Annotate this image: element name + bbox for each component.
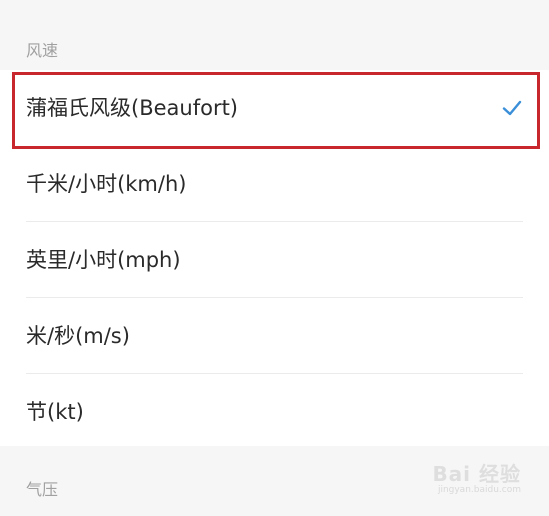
checkmark-icon <box>502 100 522 116</box>
option-kt[interactable]: 节(kt) <box>0 374 549 450</box>
option-label: 节(kt) <box>26 400 84 424</box>
option-label: 英里/小时(mph) <box>26 248 181 272</box>
watermark-logo-text: Bai 经验 <box>432 462 521 486</box>
option-label: 千米/小时(km/h) <box>26 172 187 196</box>
wind-speed-section-title: 风速 <box>26 41 59 60</box>
option-beaufort[interactable]: 蒲福氏风级(Beaufort) <box>0 70 549 146</box>
option-kmh[interactable]: 千米/小时(km/h) <box>0 146 549 222</box>
baidu-watermark: Bai 经验 jingyan.baidu.com <box>432 458 521 495</box>
option-mph[interactable]: 英里/小时(mph) <box>0 222 549 298</box>
watermark-url: jingyan.baidu.com <box>437 485 521 495</box>
wind-speed-section-header: 风速 <box>0 0 549 70</box>
wind-speed-unit-list: 蒲福氏风级(Beaufort) 千米/小时(km/h) 英里/小时(mph) 米… <box>0 70 549 446</box>
pressure-section-title: 气压 <box>26 480 59 499</box>
option-ms[interactable]: 米/秒(m/s) <box>0 298 549 374</box>
option-label: 米/秒(m/s) <box>26 324 130 348</box>
option-label: 蒲福氏风级(Beaufort) <box>26 96 238 120</box>
